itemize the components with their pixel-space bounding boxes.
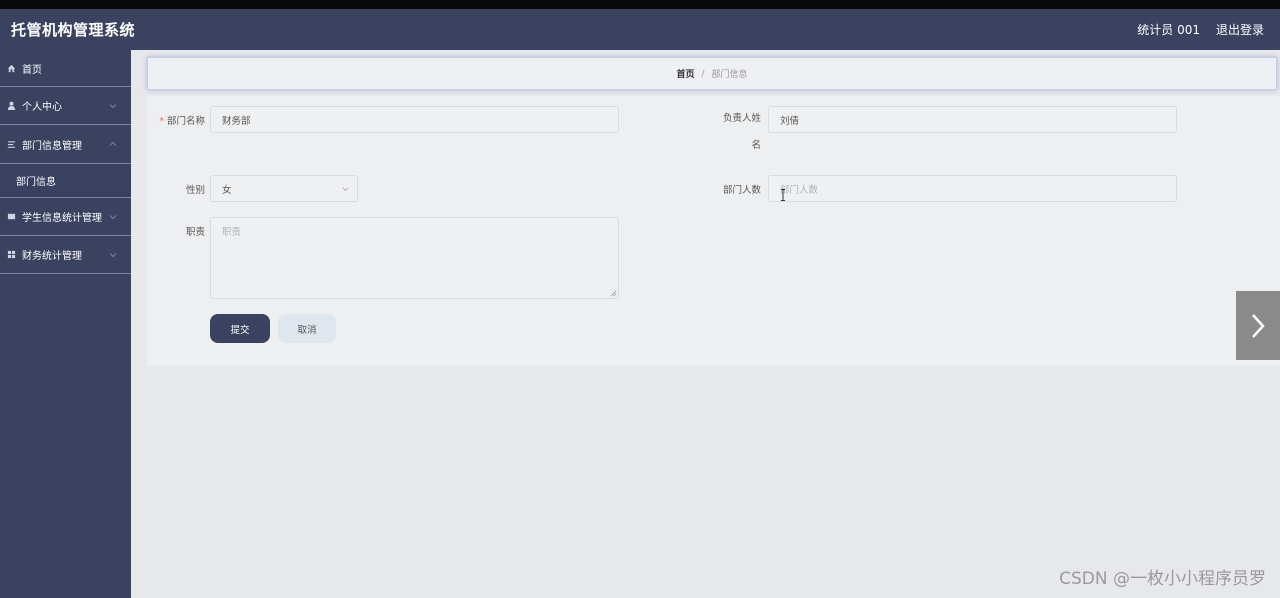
sidebar-item-label: 财务统计管理 [22,251,82,262]
current-user-label[interactable]: 统计员 001 [1137,21,1200,38]
duty-textarea[interactable]: 职责 [210,217,619,299]
headcount-label: 部门人数 [722,185,761,196]
list-icon [6,139,16,149]
sidebar: 首页 个人中心 部门信息管理 部门信息 学生信息统计管理 财务统计管理 [0,50,131,598]
resize-handle-icon[interactable] [610,290,617,297]
main-content: 首页 / 部门信息 * 部门名称 财务部 负责人姓 名 刘倩 性别 女 部门人数 … [131,50,1280,598]
header-actions: 统计员 001 退出登录 [1137,9,1264,50]
duty-label: 职责 [185,227,205,238]
text-cursor-icon [781,189,785,201]
logout-link[interactable]: 退出登录 [1216,21,1264,38]
gender-label: 性别 [185,185,205,196]
dept-form: * 部门名称 财务部 负责人姓 名 刘倩 性别 女 部门人数 部门人数 职责 职责… [147,96,1280,366]
app-title: 托管机构管理系统 [11,21,136,39]
sidebar-item-dept-management[interactable]: 部门信息管理 [0,125,131,163]
sidebar-item-student-stats[interactable]: 学生信息统计管理 [0,198,131,236]
breadcrumb-current: 部门信息 [711,70,748,80]
gender-select[interactable]: 女 [210,175,358,202]
breadcrumb-separator: / [701,68,705,79]
sidebar-item-finance-stats[interactable]: 财务统计管理 [0,236,131,274]
manager-name-input[interactable]: 刘倩 [768,106,1177,133]
grid-icon [6,250,16,260]
cancel-button[interactable]: 取消 [278,314,336,343]
chevron-up-icon [109,141,117,146]
next-slide-button[interactable] [1236,291,1280,360]
user-icon [6,101,16,111]
window-top-strip [0,0,1280,9]
sidebar-item-dept-info[interactable]: 部门信息 [0,163,131,198]
sidebar-item-label: 部门信息管理 [22,140,82,152]
sidebar-item-label: 个人中心 [22,102,62,113]
submit-button[interactable]: 提交 [210,314,270,343]
watermark: CSDN @一枚小小程序员罗 [1059,569,1266,589]
top-header: 托管机构管理系统 统计员 001 退出登录 [0,9,1280,50]
dept-name-label: * 部门名称 [159,116,205,127]
chevron-down-icon [109,252,117,257]
breadcrumb-home[interactable]: 首页 [676,67,694,80]
sidebar-item-label: 学生信息统计管理 [22,213,102,224]
manager-name-label: 负责人姓 名 [722,113,761,151]
sidebar-item-home[interactable]: 首页 [0,50,131,87]
required-mark: * [159,116,164,127]
headcount-input[interactable]: 部门人数 [768,175,1177,202]
chevron-down-icon [109,214,117,219]
home-icon [6,63,16,73]
chevron-down-icon [109,103,117,108]
chevron-down-icon [342,186,349,191]
sidebar-item-label: 首页 [22,64,42,76]
dept-name-input[interactable]: 财务部 [210,106,619,133]
sidebar-item-label: 部门信息 [16,177,56,188]
breadcrumb: 首页 / 部门信息 [147,57,1277,90]
chevron-right-icon [1252,313,1265,338]
sidebar-item-personal-center[interactable]: 个人中心 [0,87,131,125]
table-icon [6,212,16,222]
